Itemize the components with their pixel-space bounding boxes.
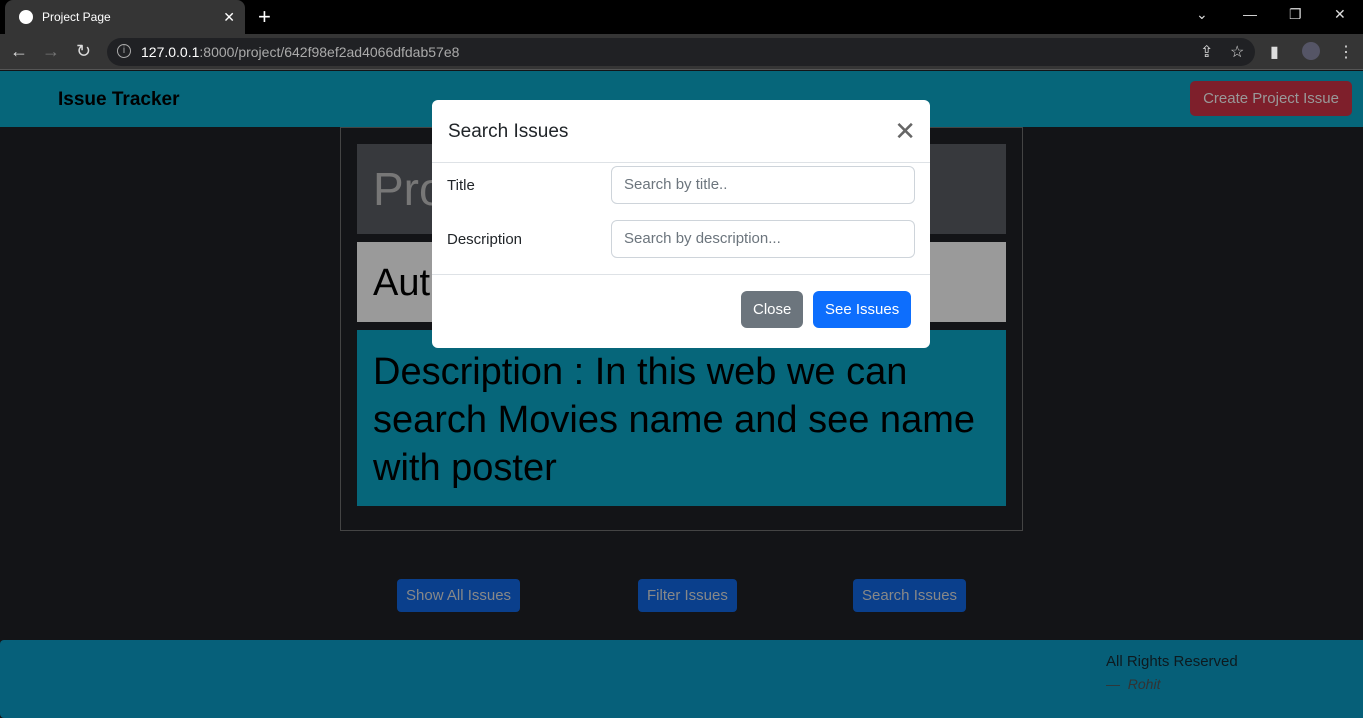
- title-label: Title: [447, 177, 475, 194]
- close-icon[interactable]: ✕: [894, 116, 916, 147]
- search-issues-modal: Search Issues ✕ Title Search by title.. …: [432, 100, 930, 348]
- see-issues-button[interactable]: See Issues: [813, 291, 912, 328]
- modal-title: Search Issues: [448, 121, 569, 142]
- modal-footer-divider: [432, 274, 930, 275]
- close-button[interactable]: Close: [741, 291, 804, 328]
- description-search-input[interactable]: Search by description...: [611, 220, 915, 258]
- title-search-input[interactable]: Search by title..: [611, 166, 915, 204]
- description-label: Description: [447, 231, 523, 248]
